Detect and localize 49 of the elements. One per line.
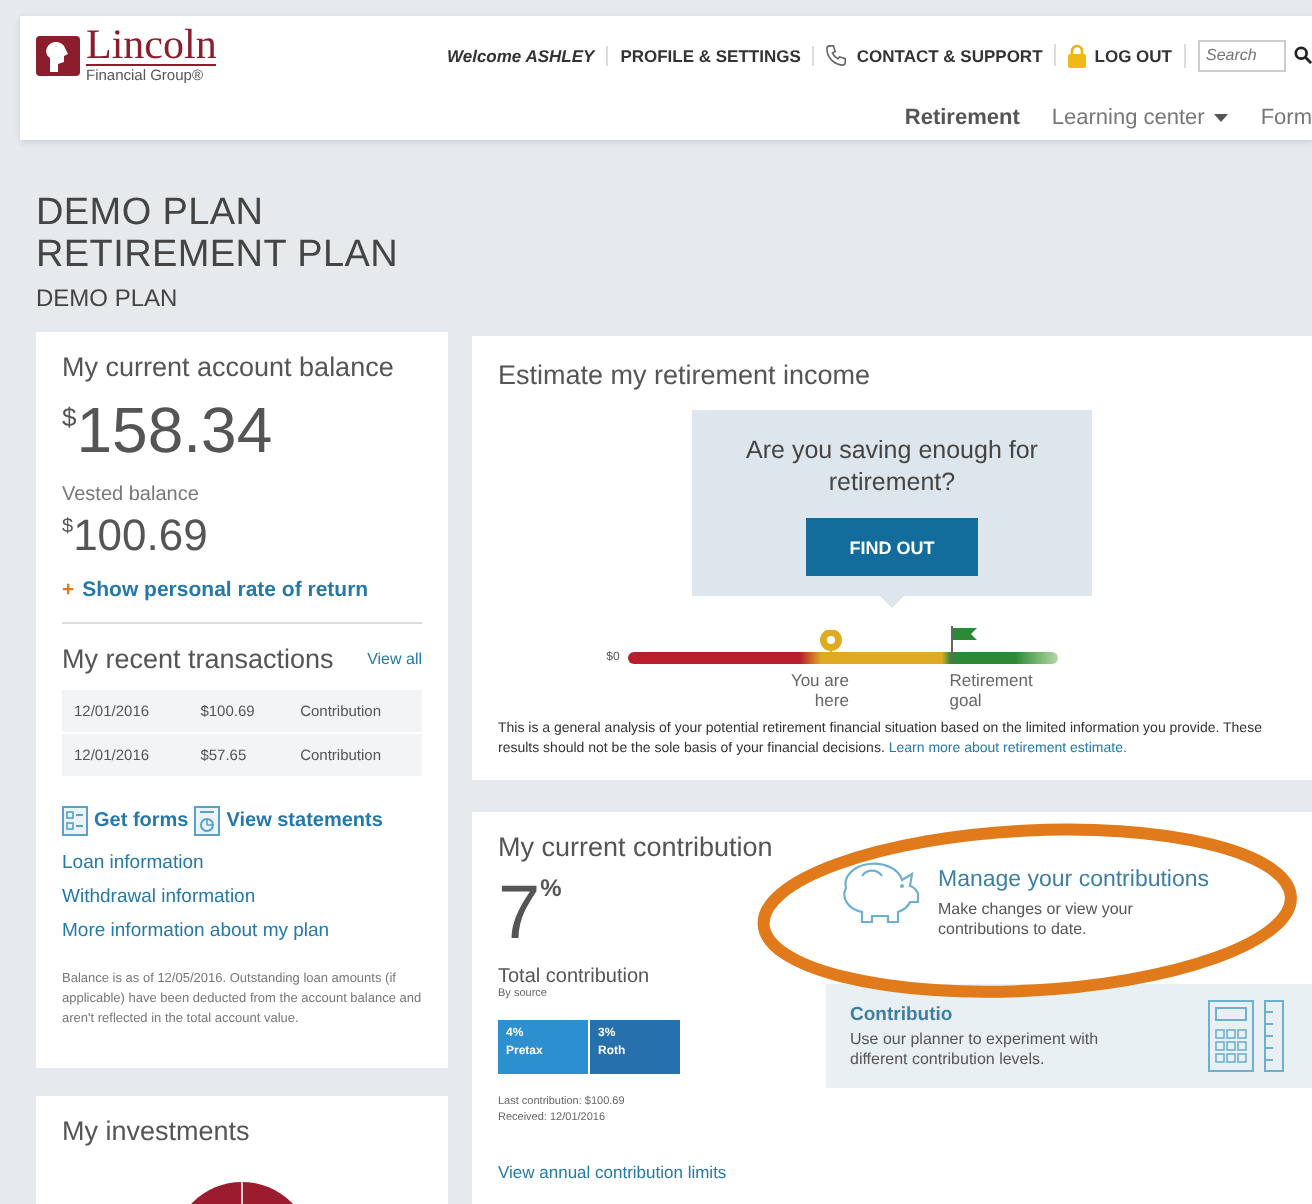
info-link[interactable]: Loan information: [62, 852, 204, 874]
search-field[interactable]: Search: [1198, 39, 1286, 71]
card-title: My investments: [62, 1115, 252, 1145]
view-all-link[interactable]: View all: [367, 650, 422, 668]
logo-icon: [36, 35, 80, 75]
calculator-icon: [1208, 1000, 1288, 1072]
nav-tab[interactable]: Learning center: [1051, 106, 1229, 130]
callout-question: Are you saving enough for retirement?: [744, 434, 1040, 498]
percent-sign: %: [540, 874, 562, 902]
statement-icon: [194, 806, 221, 836]
vested-amount: 100.69: [73, 510, 208, 562]
card-title: Estimate my retirement income: [498, 360, 873, 390]
header-link[interactable]: LOG OUT: [1094, 45, 1172, 65]
plan-subtitle: DEMO PLAN: [36, 284, 180, 312]
rate-of-return-link[interactable]: Show personal rate of return: [82, 578, 369, 602]
info-link[interactable]: More information about my plan: [62, 920, 330, 942]
you-are-here-label: You are here: [788, 670, 849, 710]
section-title: My recent transactions: [62, 644, 334, 674]
limits-link[interactable]: View annual contribution limits: [498, 1162, 798, 1182]
card-title: My current account balance: [62, 352, 396, 382]
header-link[interactable]: CONTACT & SUPPORT: [856, 45, 1043, 65]
quick-link[interactable]: View statements: [226, 810, 383, 832]
total-label: Total contribution: [498, 966, 652, 988]
plus-sign: +: [62, 578, 75, 602]
welcome-text: Welcome ASHLEY: [435, 45, 609, 65]
search-icon: [1294, 46, 1312, 64]
manage-contributions-link[interactable]: Manage your contributions: [938, 868, 1210, 892]
balance-amount: 158.34: [76, 394, 273, 468]
goal-label: Retirement goal: [949, 670, 1035, 710]
planner-description: Use our planner to experiment with different contribution levels.: [850, 1029, 1101, 1069]
card-title: My current contribution: [498, 832, 775, 862]
vested-label: Vested balance: [62, 484, 201, 506]
logo-name: Lincoln: [86, 24, 217, 66]
nav-tab[interactable]: Form: [1260, 106, 1312, 130]
contribution-percent: 7: [498, 874, 541, 954]
find-out-button[interactable]: FIND OUT: [806, 518, 978, 576]
currency-sign: $: [62, 402, 77, 432]
quick-link[interactable]: Get forms: [94, 810, 189, 832]
form-icon: [62, 806, 88, 836]
plan-title: DEMO PLAN RETIREMENT PLAN: [36, 192, 401, 276]
lock-icon: [1068, 43, 1087, 67]
flag-icon: [950, 626, 979, 662]
header-link[interactable]: PROFILE & SETTINGS: [620, 45, 801, 65]
manage-description: Make changes or view your contributions to date.: [938, 900, 1135, 940]
planner-title: Contributio: [850, 1003, 955, 1025]
currency-sign: $: [62, 516, 74, 538]
info-link[interactable]: Withdrawal information: [62, 886, 256, 908]
nav-tab[interactable]: Retirement: [904, 106, 1020, 130]
phone-icon: [826, 44, 849, 66]
